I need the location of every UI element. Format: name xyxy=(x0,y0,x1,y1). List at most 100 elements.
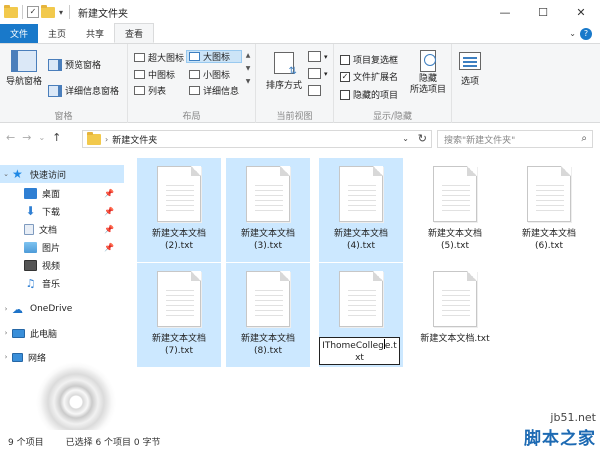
nav-item-label: OneDrive xyxy=(30,304,73,314)
preview-pane-button[interactable]: 预览窗格 xyxy=(48,58,101,71)
file-tile[interactable]: 新建文本文档 (2).txt xyxy=(137,158,221,262)
text-file-icon xyxy=(157,271,201,327)
layout-details[interactable]: 详细信息 xyxy=(187,84,241,97)
details-pane-icon xyxy=(48,84,62,97)
options-button[interactable]: 选项 xyxy=(459,52,481,87)
file-tile[interactable]: 新建文本文档 (7).txt xyxy=(137,263,221,367)
help-icon[interactable]: ? xyxy=(580,27,592,40)
group-label-current-view: 当前视图 xyxy=(276,112,313,122)
search-icon[interactable]: ⌕ xyxy=(581,133,587,144)
file-tile[interactable]: 新建文本文档 (6).txt xyxy=(507,158,591,262)
text-file-icon xyxy=(433,271,477,327)
nav-item-label: 桌面 xyxy=(42,189,61,200)
nav-item-label: 图片 xyxy=(42,243,61,254)
pictures-icon xyxy=(24,241,37,253)
status-bar: 9 个项目 已选择 6 个项目 0 字节 xyxy=(0,430,600,453)
pin-icon[interactable]: 📌 xyxy=(104,207,114,216)
close-button[interactable]: ✕ xyxy=(562,0,600,24)
layout-list[interactable]: 列表 xyxy=(132,84,168,97)
preview-pane-icon xyxy=(48,58,62,71)
file-tile[interactable]: 新建文本文档 (8).txt xyxy=(226,263,310,367)
chevron-right-icon[interactable]: › xyxy=(105,135,108,144)
chevron-down-icon[interactable]: ▾ xyxy=(57,8,65,17)
chevron-right-icon[interactable]: › xyxy=(0,353,12,361)
group-by-button[interactable]: ▾ xyxy=(308,51,328,62)
nav-item-music[interactable]: ♫ 音乐 xyxy=(0,274,124,292)
rename-input[interactable]: IThomeCollege.t xt xyxy=(319,337,400,365)
tab-view[interactable]: 查看 xyxy=(114,23,155,43)
search-input[interactable]: 搜索"新建文件夹" ⌕ xyxy=(437,130,593,148)
recent-locations-icon[interactable]: ⌄ xyxy=(38,133,45,142)
pin-icon[interactable]: 📌 xyxy=(104,225,114,234)
nav-item-documents[interactable]: 文档 📌 xyxy=(0,220,124,238)
layout-large-icons[interactable]: 大图标 xyxy=(186,50,242,63)
options-icon xyxy=(459,52,481,70)
nav-item-label: 音乐 xyxy=(42,279,61,290)
checkbox-checked[interactable]: ✓ xyxy=(340,71,350,82)
item-checkboxes-toggle[interactable]: 项目复选框 xyxy=(340,53,398,66)
file-tile[interactable]: 新建文本文档 (5).txt xyxy=(413,158,497,262)
tab-home[interactable]: 主页 xyxy=(38,24,76,43)
group-label-panes: 窗格 xyxy=(54,112,73,122)
chevron-right-icon[interactable]: › xyxy=(0,305,12,313)
address-bar[interactable]: › 新建文件夹 ⌄ ↻ xyxy=(82,130,432,148)
nav-item-videos[interactable]: 视频 xyxy=(0,256,124,274)
pin-icon[interactable]: 📌 xyxy=(104,243,114,252)
refresh-icon[interactable]: ↻ xyxy=(418,132,427,145)
chevron-down-icon[interactable]: ⌄ xyxy=(569,29,576,38)
maximize-button[interactable]: ☐ xyxy=(524,0,562,24)
nav-pane-button[interactable]: 导航窗格 xyxy=(6,50,42,87)
new-folder-icon[interactable] xyxy=(41,4,55,18)
star-icon: ★ xyxy=(12,166,23,181)
nav-item-desktop[interactable]: 桌面 📌 xyxy=(0,184,124,202)
nav-pane-label: 导航窗格 xyxy=(6,77,43,87)
forward-arrow-icon[interactable]: → xyxy=(22,131,31,144)
nav-item-downloads[interactable]: ⬇ 下载 📌 xyxy=(0,202,124,220)
layout-medium-icons[interactable]: 中图标 xyxy=(132,68,177,81)
sort-by-button[interactable]: 排序方式 xyxy=(266,52,302,91)
minimize-button[interactable]: — xyxy=(486,0,524,24)
size-columns-button[interactable] xyxy=(308,85,321,96)
window-controls: — ☐ ✕ xyxy=(486,0,600,24)
item-checkboxes-label: 项目复选框 xyxy=(353,56,399,66)
folder-icon xyxy=(4,4,18,18)
layout-scroll[interactable]: ▲ ▼ ▼ xyxy=(244,52,252,85)
tab-file[interactable]: 文件 xyxy=(0,24,38,43)
text-file-icon xyxy=(157,166,201,222)
music-icon: ♫ xyxy=(25,276,36,290)
nav-item-onedrive[interactable]: › ☁ OneDrive xyxy=(0,300,124,318)
file-tile[interactable]: 新建文本文档 (3).txt xyxy=(226,158,310,262)
file-tile[interactable]: 新建文本文档 (4).txt xyxy=(319,158,403,262)
file-name: 新建文本文档 (4).txt xyxy=(333,229,388,251)
file-extensions-toggle[interactable]: ✓ 文件扩展名 xyxy=(340,70,398,83)
expand-icon[interactable]: ▼ xyxy=(246,78,251,85)
properties-icon[interactable]: ✓ xyxy=(27,6,39,18)
file-name: 新建文本文档 (2).txt xyxy=(151,229,206,251)
chevron-up-icon[interactable]: ▲ xyxy=(246,52,251,59)
add-columns-button[interactable]: ▾ xyxy=(308,68,328,79)
layout-xlarge-icons[interactable]: 超大图标 xyxy=(132,51,186,64)
chevron-right-icon[interactable]: › xyxy=(0,329,12,337)
up-arrow-icon[interactable]: ↑ xyxy=(52,131,61,144)
chevron-down-icon[interactable]: ▼ xyxy=(246,65,251,72)
network-icon xyxy=(12,352,23,362)
chevron-down-icon[interactable]: ⌄ xyxy=(0,170,12,178)
hidden-items-toggle[interactable]: 隐藏的项目 xyxy=(340,88,398,101)
checkbox-unchecked[interactable] xyxy=(340,54,350,65)
checkbox-unchecked[interactable] xyxy=(340,89,350,100)
details-pane-button[interactable]: 详细信息窗格 xyxy=(48,84,119,97)
hide-selected-label-1: 隐藏 xyxy=(419,74,438,84)
nav-item-pictures[interactable]: 图片 📌 xyxy=(0,238,124,256)
file-tile[interactable]: 新建文本文档.txt xyxy=(413,263,497,367)
pin-icon[interactable]: 📌 xyxy=(104,189,114,198)
layout-small-icons[interactable]: 小图标 xyxy=(187,68,232,81)
breadcrumb[interactable]: 新建文件夹 xyxy=(112,133,157,146)
chevron-down-icon[interactable]: ⌄ xyxy=(402,134,409,143)
watermark-site: jb51.net xyxy=(550,411,596,424)
nav-item-quick-access[interactable]: ⌄ ★ 快速访问 xyxy=(0,165,124,183)
tab-share[interactable]: 共享 xyxy=(76,24,114,43)
hide-selected-button[interactable]: 隐藏 所选项目 xyxy=(410,50,446,96)
divider xyxy=(22,5,23,19)
back-arrow-icon[interactable]: ← xyxy=(6,131,15,144)
nav-item-this-pc[interactable]: › 此电脑 xyxy=(0,324,124,342)
